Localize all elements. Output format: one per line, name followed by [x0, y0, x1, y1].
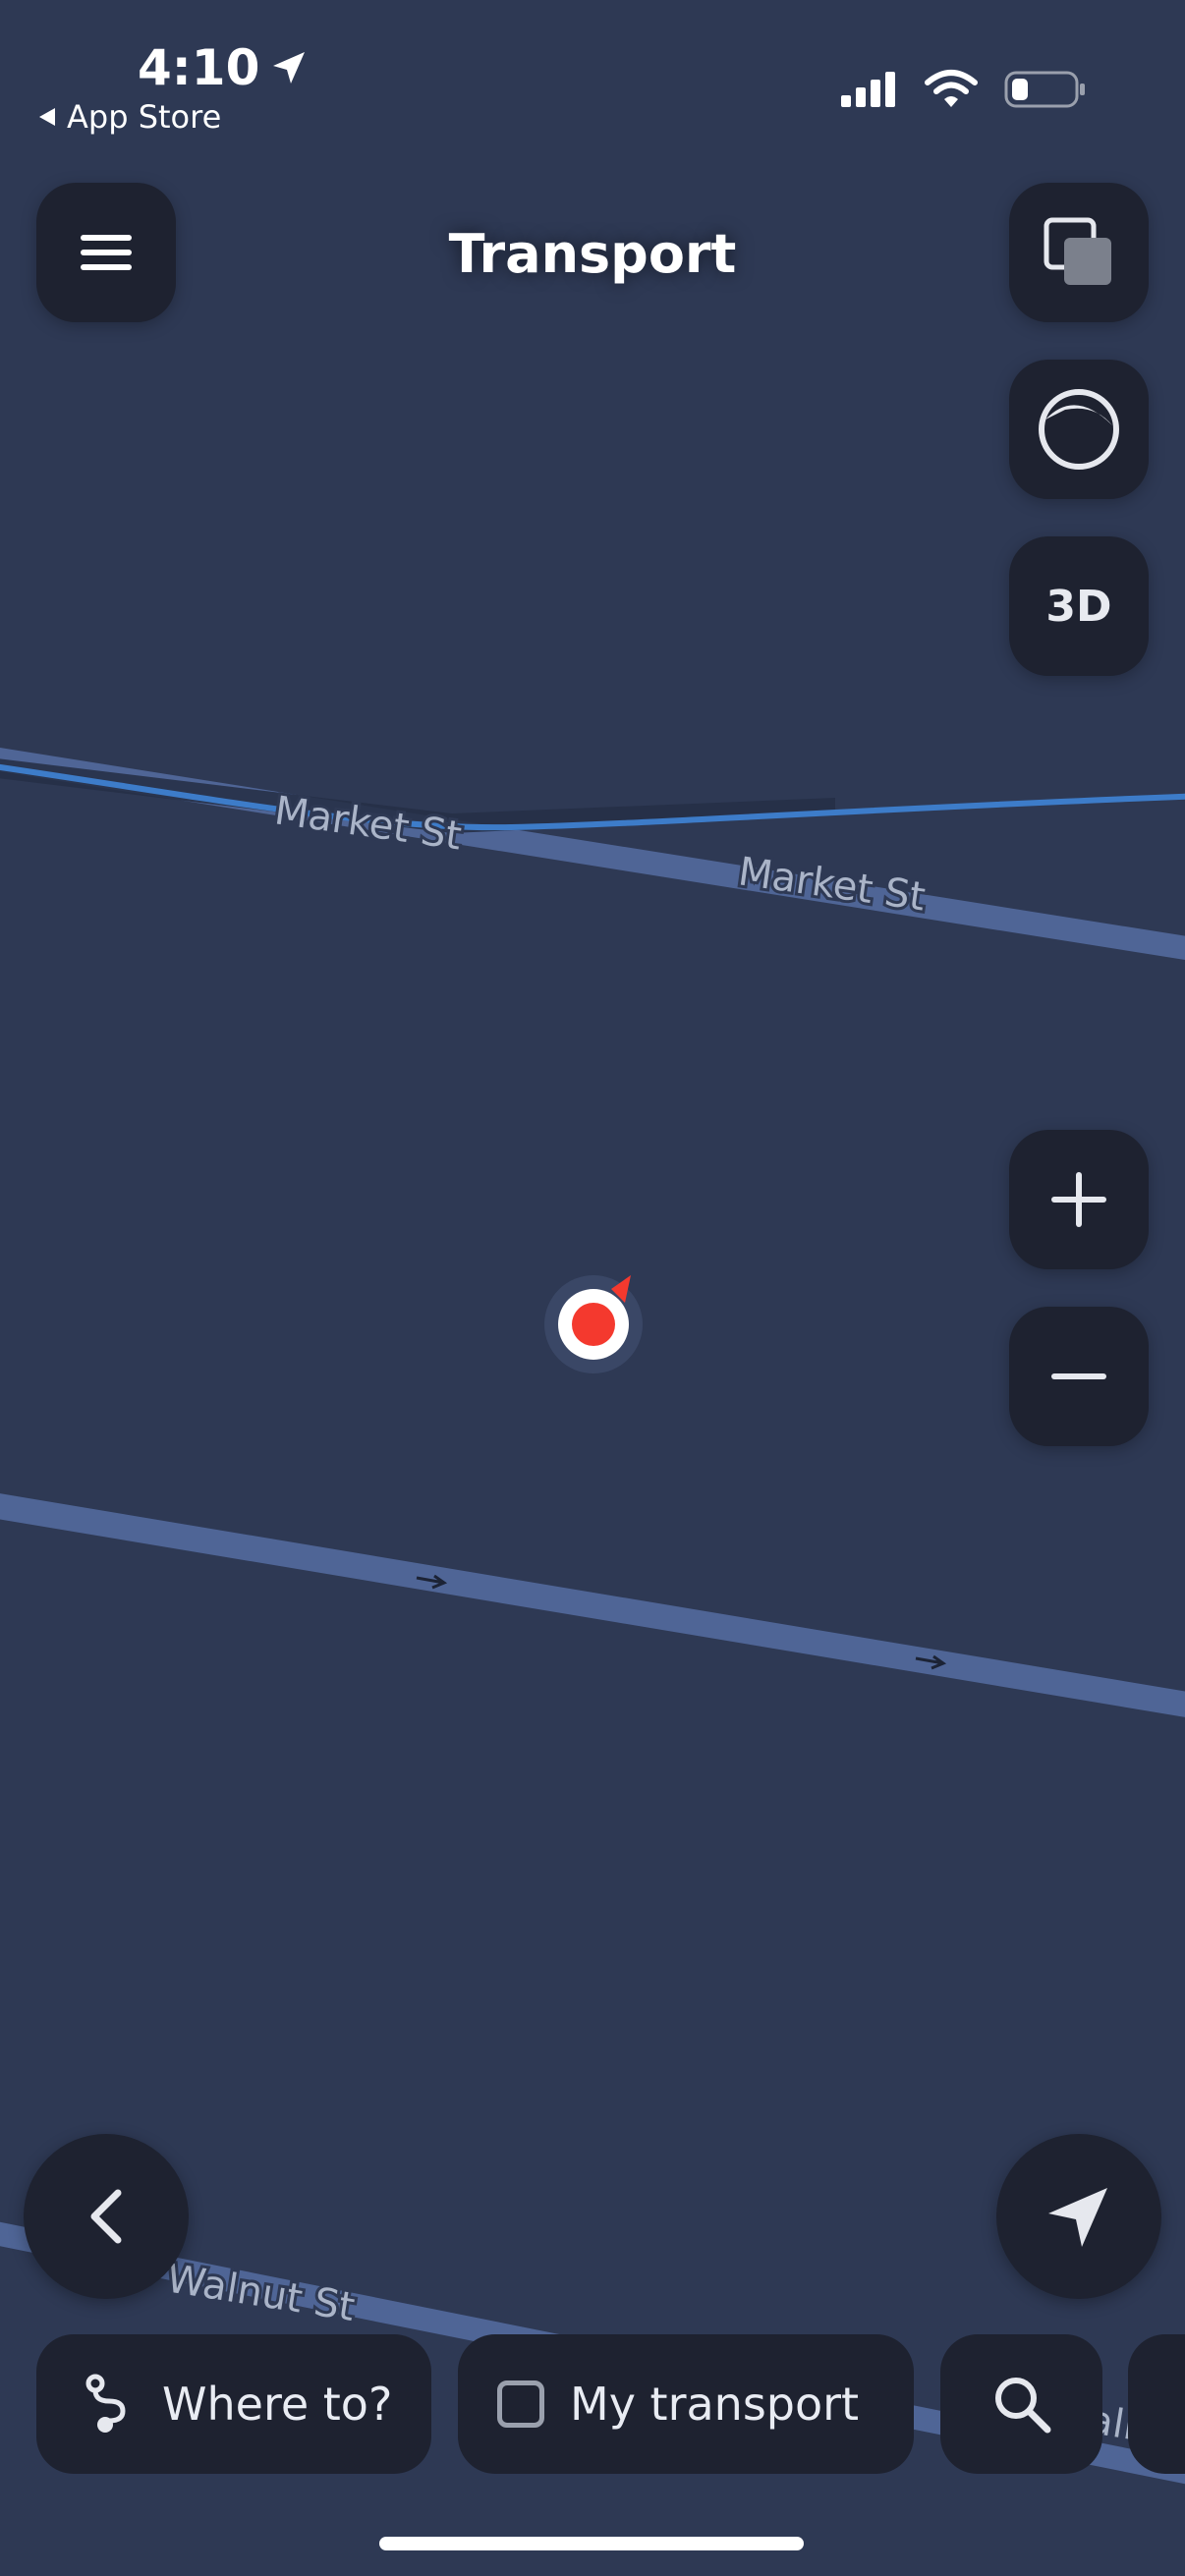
- layers-button[interactable]: [1009, 183, 1149, 322]
- where-to-label: Where to?: [162, 2378, 393, 2431]
- where-to-button[interactable]: Where to?: [36, 2334, 431, 2474]
- cellular-signal-icon: [841, 72, 895, 107]
- page-title: Transport: [448, 222, 737, 285]
- minus-icon: [1051, 1373, 1106, 1379]
- back-triangle-icon: [39, 108, 55, 126]
- back-button[interactable]: [24, 2134, 189, 2299]
- status-time: 4:10: [138, 39, 309, 96]
- layers-icon: [1044, 217, 1111, 285]
- navigation-arrow-icon: [1048, 2188, 1107, 2247]
- chevron-left-icon: [90, 2189, 122, 2244]
- theme-circle-icon: [1039, 389, 1119, 470]
- my-location-button[interactable]: [996, 2134, 1161, 2299]
- street-label-walnut-st: Walnut St: [163, 2256, 358, 2330]
- zoom-in-button[interactable]: [1009, 1130, 1149, 1269]
- status-time-text: 4:10: [138, 39, 260, 96]
- 3d-button[interactable]: 3D: [1009, 536, 1149, 676]
- road-middle: [0, 1493, 1185, 1717]
- route-icon: [85, 2374, 126, 2433]
- checkbox-icon[interactable]: [497, 2380, 544, 2428]
- home-indicator: [379, 2537, 804, 2550]
- street-label-market-st: Market St: [272, 788, 465, 859]
- my-transport-label: My transport: [570, 2378, 860, 2431]
- zoom-out-button[interactable]: [1009, 1307, 1149, 1446]
- search-button[interactable]: [940, 2334, 1102, 2474]
- battery-icon: [1004, 71, 1085, 108]
- theme-button[interactable]: [1009, 360, 1149, 499]
- plus-icon: [1051, 1172, 1106, 1227]
- menu-icon: [81, 235, 132, 270]
- search-icon: [994, 2378, 1050, 2434]
- user-location-marker: [544, 1275, 643, 1373]
- my-transport-button[interactable]: My transport: [458, 2334, 914, 2474]
- back-to-app-store[interactable]: App Store: [37, 98, 221, 136]
- status-indicators: [839, 69, 1087, 110]
- more-button[interactable]: [1128, 2334, 1185, 2474]
- back-app-label: App Store: [67, 98, 222, 136]
- wifi-icon: [925, 70, 978, 107]
- street-label-market-st: Market St: [736, 849, 929, 920]
- menu-button[interactable]: [36, 183, 176, 322]
- location-arrow-icon: [273, 52, 306, 84]
- 3d-label: 3D: [1045, 581, 1112, 632]
